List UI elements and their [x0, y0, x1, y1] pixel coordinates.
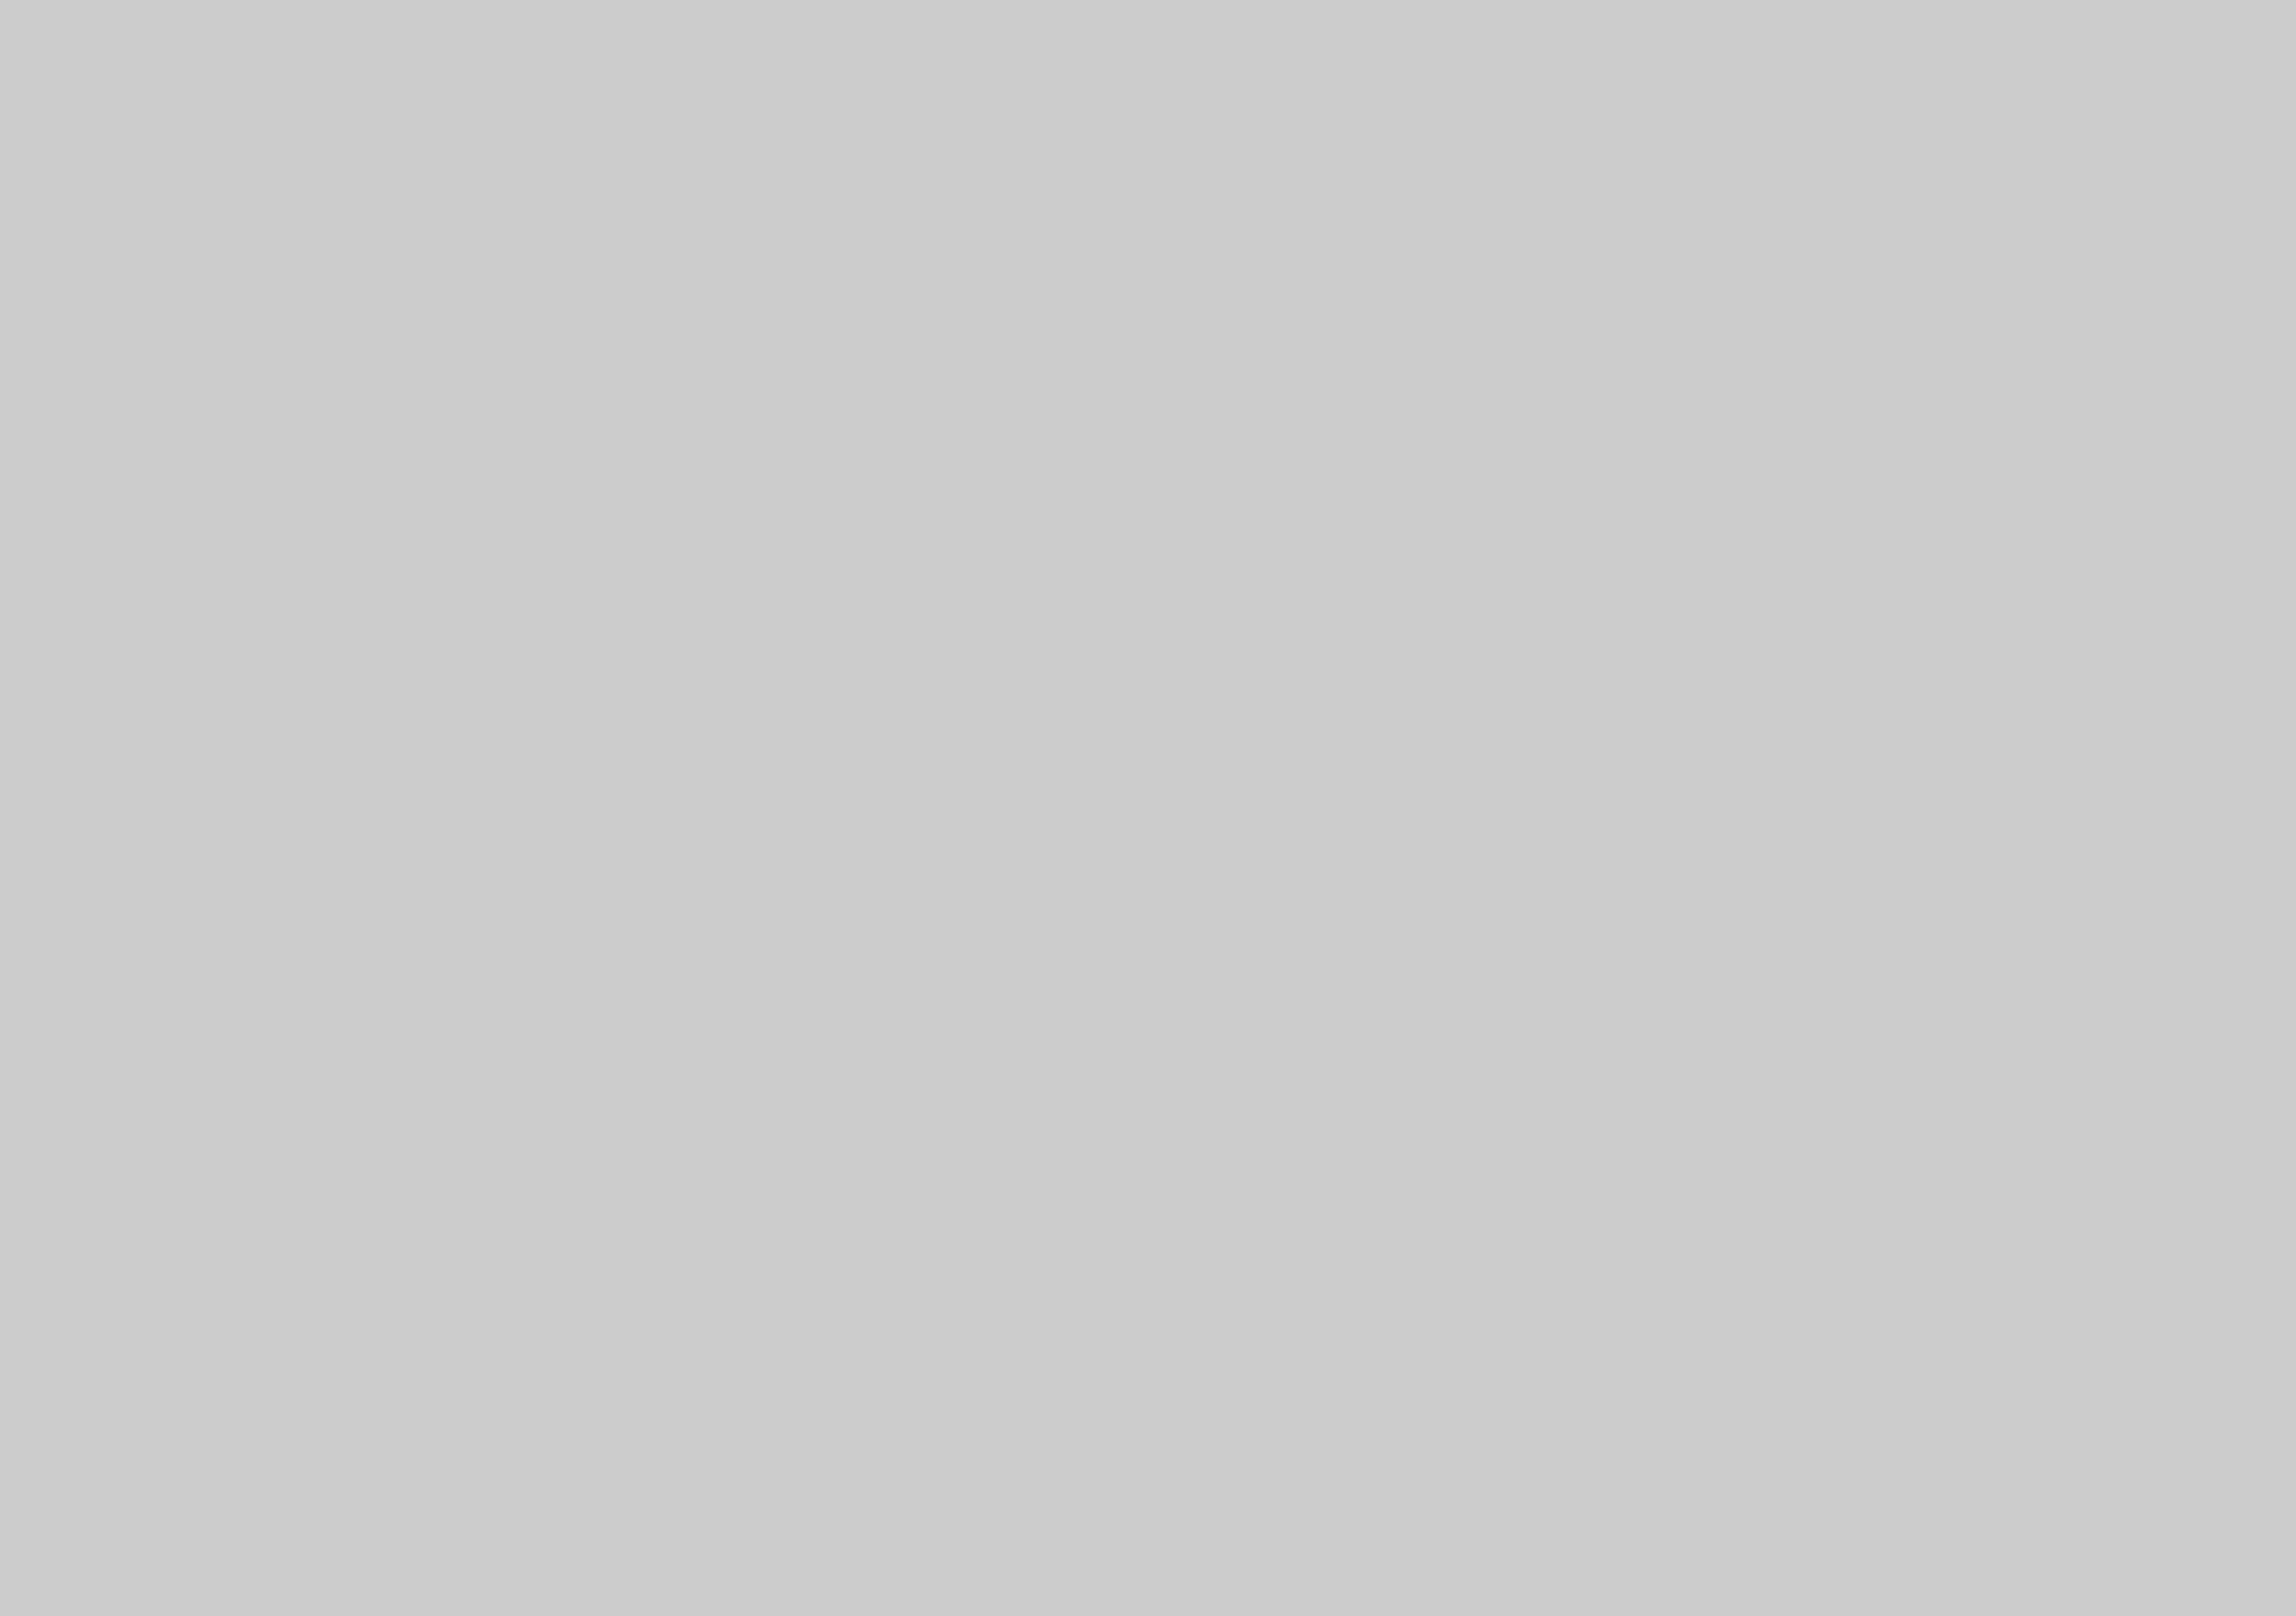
placeholder	[0, 0, 2296, 1616]
